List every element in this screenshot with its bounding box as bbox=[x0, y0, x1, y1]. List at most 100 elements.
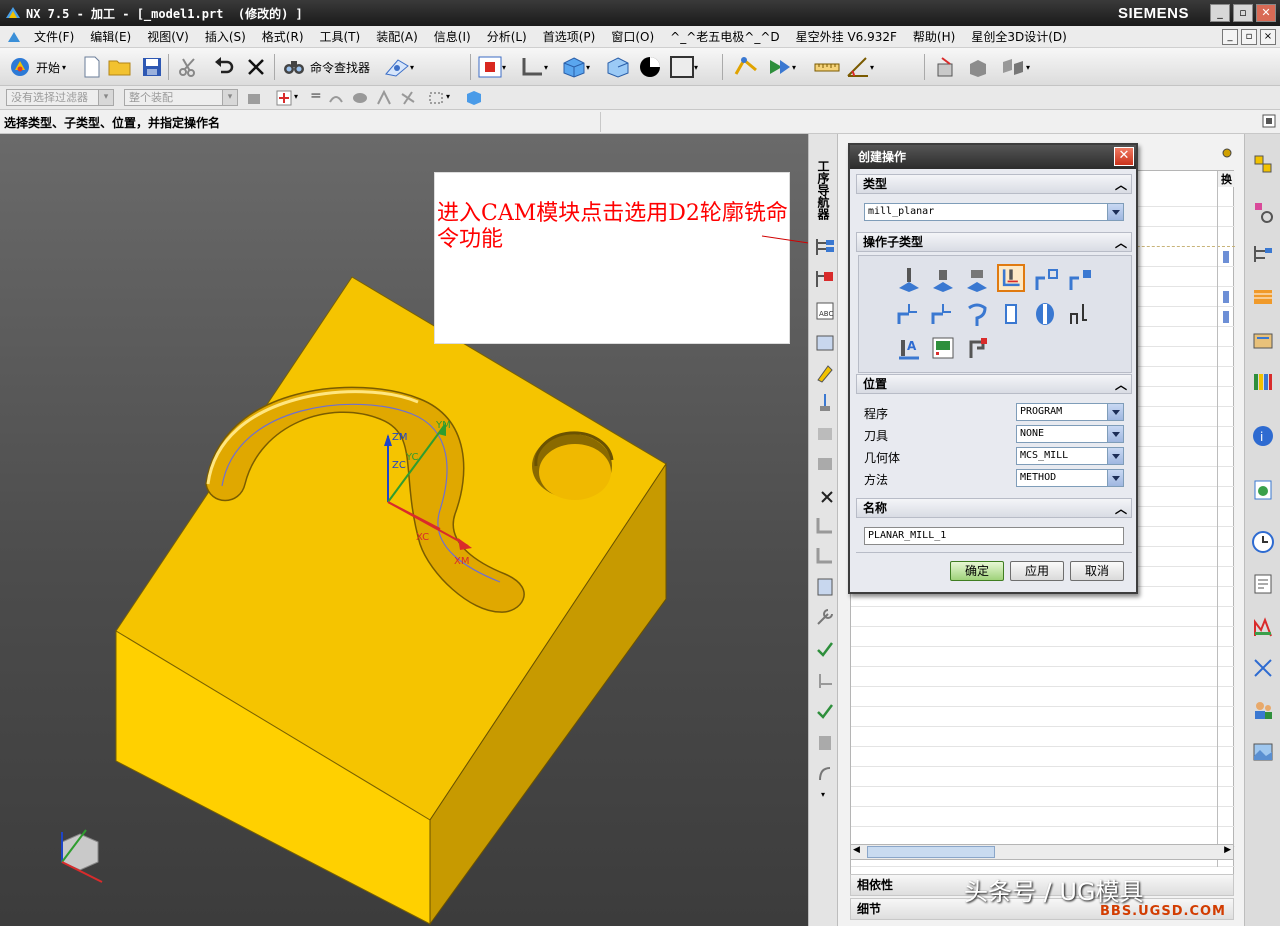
background-button[interactable]: ▾ bbox=[670, 55, 698, 79]
ok-button[interactable]: 确定 bbox=[950, 561, 1004, 581]
info-rss-icon[interactable]: i bbox=[1251, 424, 1275, 448]
doc-close-button[interactable]: × bbox=[1260, 29, 1276, 45]
minimize-button[interactable]: _ bbox=[1210, 4, 1230, 22]
menu-analysis[interactable]: 分析(L) bbox=[479, 28, 535, 45]
shop-doc-icon[interactable] bbox=[814, 732, 836, 754]
roles-users-icon[interactable] bbox=[1251, 698, 1275, 722]
post-process-icon[interactable] bbox=[814, 670, 836, 692]
doc-restore-button[interactable]: ▫ bbox=[1241, 29, 1257, 45]
output-icon[interactable] bbox=[814, 762, 836, 784]
menu-preferences[interactable]: 首选项(P) bbox=[535, 28, 604, 45]
part-navigator-icon[interactable] bbox=[1251, 242, 1275, 266]
finish-floor-icon[interactable] bbox=[929, 300, 957, 328]
menu-window[interactable]: 窗口(O) bbox=[603, 28, 662, 45]
assembly-navigator-icon[interactable] bbox=[1251, 152, 1275, 176]
list-ops-icon[interactable] bbox=[814, 576, 836, 598]
history-clock-icon[interactable] bbox=[1251, 530, 1275, 554]
planar-profile-icon[interactable] bbox=[1033, 266, 1061, 294]
menu-view[interactable]: 视图(V) bbox=[139, 28, 197, 45]
chamfer-icon[interactable] bbox=[1065, 300, 1093, 328]
curve-rule-icon[interactable] bbox=[328, 90, 344, 106]
collapse-up-icon[interactable]: ︿ bbox=[1115, 176, 1127, 194]
pin-icon[interactable] bbox=[1220, 146, 1234, 160]
program-order-view-icon[interactable] bbox=[814, 236, 836, 258]
create-tool-icon[interactable] bbox=[814, 392, 836, 414]
location-section-header[interactable]: 位置 ︿ bbox=[856, 374, 1132, 394]
reuse-library-icon[interactable] bbox=[1251, 284, 1275, 308]
edit-section-button[interactable] bbox=[638, 55, 662, 79]
apply-button[interactable]: 应用 bbox=[1010, 561, 1064, 581]
program-dropdown[interactable]: PROGRAM bbox=[1016, 403, 1124, 421]
open-button[interactable] bbox=[108, 55, 132, 79]
dialog-close-button[interactable]: ✕ bbox=[1114, 147, 1134, 166]
menu-format[interactable]: 格式(R) bbox=[254, 28, 312, 45]
system-scene-icon[interactable] bbox=[1251, 740, 1275, 764]
mill-control-icon[interactable] bbox=[929, 334, 957, 362]
name-section-header[interactable]: 名称 ︿ bbox=[856, 498, 1132, 518]
menu-xingchuang-3d[interactable]: 星创全3D设计(D) bbox=[963, 28, 1074, 45]
hscroll-thumb[interactable] bbox=[867, 846, 995, 858]
create-geometry-icon[interactable] bbox=[814, 422, 836, 444]
assembly-button[interactable] bbox=[934, 55, 958, 79]
scroll-left-icon[interactable]: ◀ bbox=[853, 845, 860, 855]
menu-file[interactable]: 文件(F) bbox=[26, 28, 82, 45]
mill-user-icon[interactable] bbox=[963, 334, 991, 362]
navigator-hscroll[interactable]: ◀ ▶ bbox=[850, 844, 1234, 860]
operation-name-input[interactable]: PLANAR_MILL_1 bbox=[864, 527, 1124, 545]
feature-rule-icon[interactable] bbox=[376, 90, 392, 106]
expand-icon[interactable] bbox=[1262, 114, 1276, 128]
intersect-icon[interactable] bbox=[400, 90, 416, 106]
thread-mill-icon[interactable] bbox=[963, 300, 991, 328]
maximize-button[interactable]: ▫ bbox=[1233, 4, 1253, 22]
method-dropdown[interactable]: METHOD bbox=[1016, 469, 1124, 487]
render-style-button[interactable]: ▾ bbox=[562, 55, 590, 79]
visualization-icon[interactable] bbox=[1251, 616, 1275, 640]
snap-view-button[interactable]: ▾ bbox=[384, 55, 414, 79]
selection-filter-combo[interactable]: 没有选择过滤器 ▾ bbox=[6, 89, 114, 106]
web-browser-icon[interactable] bbox=[1251, 478, 1275, 502]
face-milling-area-icon[interactable] bbox=[895, 266, 923, 294]
save-button[interactable] bbox=[140, 55, 164, 79]
column-header-swap[interactable]: 换 bbox=[1217, 171, 1235, 187]
planar-text-a-icon[interactable]: A bbox=[895, 334, 923, 362]
planar-text-icon[interactable] bbox=[997, 300, 1025, 328]
verify-icon[interactable] bbox=[814, 700, 836, 722]
cube-select-icon[interactable] bbox=[466, 90, 482, 106]
face-rule-icon[interactable] bbox=[352, 90, 368, 106]
rectangle-select-icon[interactable] bbox=[428, 90, 444, 106]
mating-button[interactable]: ▾ bbox=[1000, 55, 1030, 79]
doc-minimize-button[interactable]: _ bbox=[1222, 29, 1238, 45]
fit-view-button[interactable]: ▾ bbox=[478, 55, 506, 79]
menu-help[interactable]: 帮助(H) bbox=[905, 28, 963, 45]
type-dropdown[interactable]: mill_planar bbox=[864, 203, 1124, 221]
create-method-icon[interactable] bbox=[814, 452, 836, 474]
menu-information[interactable]: 信息(I) bbox=[426, 28, 479, 45]
menu-xingkong-plugin[interactable]: 星空外挂 V6.932F bbox=[788, 28, 905, 45]
tool-dropdown[interactable]: NONE bbox=[1016, 425, 1124, 443]
face-milling-manual-icon[interactable] bbox=[963, 266, 991, 294]
constraint-navigator-icon[interactable] bbox=[1251, 200, 1275, 224]
command-finder-button[interactable]: 命令查找器 bbox=[282, 55, 370, 79]
replay-op-icon[interactable] bbox=[814, 544, 836, 566]
delete-button[interactable] bbox=[244, 55, 268, 79]
subtype-section-header[interactable]: 操作子类型 ︿ bbox=[856, 232, 1132, 252]
scroll-right-icon[interactable]: ▶ bbox=[1224, 845, 1231, 855]
method-view-icon[interactable] bbox=[814, 332, 836, 354]
wrench-icon[interactable] bbox=[814, 606, 836, 628]
planar-mill-icon[interactable] bbox=[997, 264, 1025, 292]
generate-toolpath-button[interactable] bbox=[734, 55, 758, 79]
cleanup-corners-icon[interactable] bbox=[1067, 266, 1095, 294]
menu-tools[interactable]: 工具(T) bbox=[312, 28, 369, 45]
create-program-icon[interactable] bbox=[814, 362, 836, 384]
system-materials-icon[interactable] bbox=[1251, 572, 1275, 596]
wireframe-button[interactable] bbox=[606, 55, 630, 79]
geometry-view-icon[interactable]: ABC bbox=[814, 300, 836, 322]
operation-navigator-tab[interactable]: 工序导航器 bbox=[815, 160, 832, 220]
close-window-button[interactable]: ✕ bbox=[1256, 4, 1276, 22]
measure-angle-button[interactable]: ▾ bbox=[846, 55, 874, 79]
filter-settings-icon[interactable] bbox=[246, 90, 262, 106]
assembly-scope-combo[interactable]: 整个装配 ▾ bbox=[124, 89, 238, 106]
hd3d-tools-icon[interactable] bbox=[1251, 328, 1275, 352]
new-button[interactable] bbox=[80, 55, 104, 79]
equals-icon[interactable]: = bbox=[310, 88, 322, 104]
